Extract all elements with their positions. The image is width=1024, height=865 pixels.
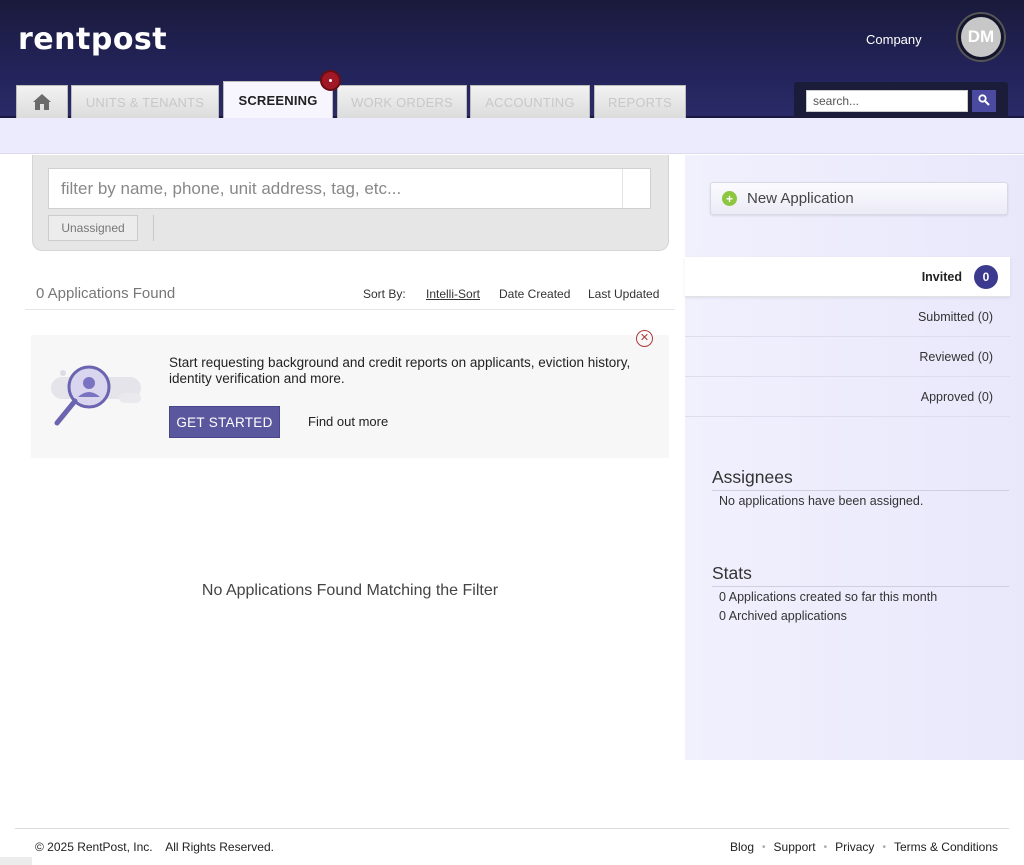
sub-nav-band [0,118,1024,154]
assignees-heading: Assignees [712,467,1009,491]
stat-archived: 0 Archived applications [719,609,847,623]
footer-separator: • [882,841,886,853]
assignees-empty-text: No applications have been assigned. [719,494,924,508]
main-content: filter by name, phone, unit address, tag… [15,155,685,760]
tab-work-orders[interactable]: WORK ORDERS [337,85,467,118]
tab-accounting[interactable]: ACCOUNTING [470,85,590,118]
user-avatar[interactable]: DM [956,12,1006,62]
sort-date-created[interactable]: Date Created [499,287,570,301]
page-footer: © 2025 RentPost, Inc. All Rights Reserve… [0,760,1024,865]
status-submitted[interactable]: Submitted (0) [685,297,1010,337]
filter-panel: filter by name, phone, unit address, tag… [32,155,669,251]
footer-links: Blog • Support • Privacy • Terms & Condi… [730,840,998,854]
tab-screening[interactable]: SCREENING [223,81,333,118]
plus-icon: + [722,191,737,206]
filter-divider [622,169,623,208]
new-application-label: New Application [747,190,854,207]
rentpost-logo[interactable]: rentpost [18,22,167,57]
tab-units-tenants[interactable]: UNITS & TENANTS [71,85,219,118]
status-approved[interactable]: Approved (0) [685,377,1010,417]
tab-home[interactable] [16,85,68,118]
filter-input[interactable]: filter by name, phone, unit address, tag… [48,168,651,209]
close-promo-button[interactable]: ✕ [636,330,653,347]
notification-badge[interactable] [320,70,341,91]
company-label[interactable]: Company [866,32,922,47]
top-header: rentpost Company DM UNITS & TENANTS SCRE… [0,0,1024,118]
find-out-more-link[interactable]: Find out more [308,414,388,429]
new-application-button[interactable]: + New Application [710,182,1008,215]
screening-promo-card: Start requesting background and credit r… [31,335,669,458]
divider [25,309,675,310]
tab-reports[interactable]: REPORTS [594,85,686,118]
footer-separator: • [823,841,828,853]
search-input[interactable] [806,90,968,112]
status-reviewed[interactable]: Reviewed (0) [685,337,1010,377]
applications-count: 0 Applications Found [36,285,176,302]
copyright-text: © 2025 RentPost, Inc. All Rights Reserve… [35,840,274,854]
search-box [794,82,1008,118]
footer-link-privacy[interactable]: Privacy [835,840,874,854]
footer-link-support[interactable]: Support [774,840,816,854]
home-icon [32,93,52,111]
search-button[interactable] [972,90,996,112]
invited-count-badge: 0 [974,264,998,289]
status-invited[interactable]: Invited 0 [685,257,1010,297]
close-icon: ✕ [639,332,650,344]
stats-heading: Stats [712,563,1009,587]
sort-intelli[interactable]: Intelli-Sort [426,287,480,301]
footer-separator: • [762,841,766,853]
footer-link-blog[interactable]: Blog [730,840,754,854]
sort-last-updated[interactable]: Last Updated [588,287,659,301]
unassigned-filter-button[interactable]: Unassigned [48,215,138,241]
sort-by-label: Sort By: [363,287,406,301]
get-started-button[interactable]: GET STARTED [169,406,280,438]
page-edge-stub [0,857,32,865]
avatar-initials: DM [961,17,1001,57]
filter-separator [153,215,154,241]
search-icon [978,93,990,109]
magnifier-person-icon [49,363,149,438]
footer-divider [15,828,1009,829]
footer-link-terms[interactable]: Terms & Conditions [894,840,998,854]
right-sidebar: + New Application Invited 0 Submitted (0… [685,155,1024,760]
stat-created-this-month: 0 Applications created so far this month [719,590,938,604]
status-invited-label: Invited [921,269,962,284]
filter-placeholder: filter by name, phone, unit address, tag… [61,178,402,198]
empty-state-message: No Applications Found Matching the Filte… [201,582,499,599]
promo-description: Start requesting background and credit r… [169,355,631,386]
